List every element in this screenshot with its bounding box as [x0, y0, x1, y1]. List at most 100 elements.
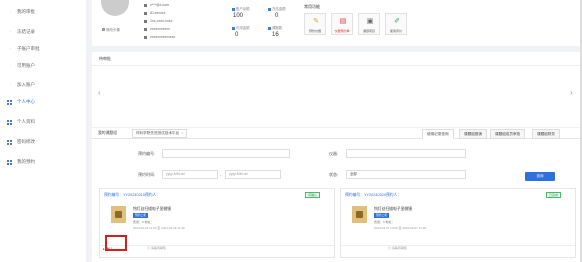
- pending-panel-header: 待审批: [92, 52, 580, 66]
- tab-usage-records[interactable]: 使用记录查询: [422, 129, 454, 139]
- date-from-input[interactable]: yyyy-MM-dd: [162, 170, 218, 179]
- org-icon: [144, 27, 147, 31]
- coin-icon: [232, 26, 235, 30]
- main-content: 修改头像 x***@x.com ID:xxxxxx 1xx-xxxx-xxxx …: [92, 0, 580, 262]
- info-value: x***@x.com: [150, 3, 170, 7]
- bullet: ·: [10, 63, 12, 68]
- evaluation-button[interactable]: ✐ 使用评价: [385, 13, 407, 35]
- bullet: ·: [10, 46, 12, 51]
- group-chip-label: 材料学院先进测试技术平台: [136, 131, 180, 135]
- sidebar-item-label: 子账户审批: [17, 46, 40, 51]
- booking-time: 2024-03-07 13:00 至 2024-03-07 13:30: [374, 226, 427, 230]
- project-icon: ▣: [366, 18, 374, 25]
- book-instrument-button[interactable]: ✎ 预约仪器: [304, 13, 326, 35]
- sidebar-item-freeze-records[interactable]: · 冻结记录: [0, 26, 86, 38]
- stat-label-balance: 账户余额: [232, 6, 250, 11]
- pending-panel: 待审批 ‹ ›: [92, 52, 580, 127]
- phone-icon: [144, 19, 147, 23]
- info-phone: 1xx-xxxx-xxxx: [144, 19, 172, 23]
- sidebar-item-label: 个人中心: [17, 99, 35, 104]
- bullet: ·: [10, 9, 12, 14]
- instrument-title: 钨灯丝扫描电子显微镜: [374, 207, 412, 211]
- instrument-label: 仪器:: [329, 151, 339, 156]
- sidebar-item-sub-account-approval[interactable]: · 子账户审批: [0, 43, 86, 55]
- status-badge: 待确认: [305, 192, 321, 198]
- tab-member-approval[interactable]: 课题组成员审批: [490, 129, 526, 139]
- chevron-right-icon[interactable]: ›: [570, 88, 573, 97]
- edit-avatar-button[interactable]: 修改头像: [102, 28, 120, 33]
- sidebar-item-my-approval[interactable]: · 我的审批: [0, 6, 86, 18]
- projects-button[interactable]: ▣ 课题项目: [358, 13, 380, 35]
- user-icon: [144, 3, 147, 7]
- folder-icon: [268, 26, 271, 30]
- grid-icon: [7, 100, 12, 105]
- sidebar-item-join-account[interactable]: · 加入账户: [0, 79, 86, 91]
- info-id: ID:xxxxxx: [144, 11, 165, 15]
- sidebar-item-label: 我的预约: [17, 159, 35, 164]
- sidebar-item-my-bookings[interactable]: 我的预约: [0, 156, 86, 168]
- card-footer-divider: [100, 245, 334, 246]
- sidebar-item-personal-center[interactable]: 个人中心: [0, 96, 86, 108]
- group-chip[interactable]: 材料学院先进测试技术平台 ×: [132, 129, 188, 138]
- chevron-left-icon[interactable]: ‹: [98, 88, 101, 97]
- card-footer-divider: [341, 245, 575, 246]
- sidebar-item-label: 密码修改: [17, 139, 35, 144]
- status-label: 状态:: [329, 172, 339, 177]
- stat-value-available: 0: [235, 32, 239, 38]
- bullet: ·: [10, 82, 12, 87]
- bullet: ·: [10, 29, 12, 34]
- tab-my-group[interactable]: 我的课题组: [98, 131, 117, 136]
- booking-no-input[interactable]: [162, 149, 290, 158]
- sidebar-item-label: 冻结记录: [17, 29, 35, 34]
- instrument-title: 钨灯丝扫描电子显微镜: [133, 207, 171, 211]
- booking-time-label: 预约时间:: [138, 172, 156, 177]
- instrument-thumbnail: [352, 206, 367, 223]
- status-select[interactable]: 全部: [346, 170, 466, 179]
- avatar: [101, 0, 129, 16]
- stat-label: 冻结金额: [272, 7, 286, 11]
- info-value: 1xx-xxxx-xxxx: [150, 19, 173, 23]
- clipboard-icon: ▤: [339, 18, 347, 25]
- booking-card[interactable]: 预约编号：YY20240320预约人： 已完成 钨灯丝扫描电子显微镜 预约上机 …: [340, 188, 576, 258]
- stat-label-available: 可用金额: [232, 25, 250, 30]
- rating-icon: ✐: [394, 18, 400, 25]
- close-icon[interactable]: ×: [181, 131, 183, 135]
- stat-value-projects: 16: [272, 32, 279, 38]
- sidebar-item-label: 可用账户: [17, 63, 35, 68]
- stat-label: 可用金额: [236, 26, 250, 30]
- grid-icon: [7, 160, 12, 165]
- booking-card[interactable]: 预约编号：YY20240315预约人： 待确认 钨灯丝扫描电子显微镜 预约上机 …: [99, 188, 335, 258]
- sidebar-item-password[interactable]: 密码修改: [0, 136, 86, 148]
- stat-label-projects: 课题数: [268, 25, 282, 30]
- grid-icon: [7, 140, 12, 145]
- lock-icon: [268, 7, 271, 11]
- tab-bar: 我的课题组 材料学院先进测试技术平台 × 使用记录查询 课题组报销 课题组成员审批…: [92, 128, 580, 139]
- sidebar-item-available-accounts[interactable]: · 可用账户: [0, 60, 86, 72]
- date-to-input[interactable]: yyyy-MM-dd: [225, 170, 281, 179]
- highlight-annotation: [105, 235, 127, 251]
- date-separator: -: [220, 172, 222, 177]
- search-button[interactable]: 查询: [525, 172, 555, 181]
- info-value: xxxxxxxxxxxxxx: [150, 35, 176, 39]
- instrument-thumbnail: [111, 206, 126, 223]
- tab-group-finance[interactable]: 课题组财务: [532, 129, 560, 139]
- pending-review-text: ◎ 请等待审核: [388, 246, 407, 250]
- profile-card: 修改头像 x***@x.com ID:xxxxxx 1xx-xxxx-xxxx …: [92, 0, 580, 46]
- stat-value-frozen: 0: [275, 13, 279, 19]
- sidebar-item-label: 加入账户: [17, 82, 35, 87]
- tab-group-reimburse[interactable]: 课题组报销: [459, 129, 487, 139]
- stat-label: 账户余额: [236, 7, 250, 11]
- sidebar: · 我的审批 · 冻结记录 · 子账户审批 · 可用账户 · 加入账户 个人中心…: [0, 0, 86, 262]
- edit-avatar-label: 修改头像: [106, 28, 120, 32]
- instrument-input[interactable]: [346, 149, 466, 158]
- info-value: ID:xxxxxx: [150, 11, 166, 15]
- booking-list-button[interactable]: ▤ 仪器预约单: [331, 13, 353, 35]
- info-dept: xxxxxxxxxxxxxx: [144, 35, 175, 39]
- status-badge: 已完成: [546, 192, 562, 198]
- booking-type-tag: 预约上机: [374, 213, 390, 218]
- tasks-panel: 我的课题组 材料学院先进测试技术平台 × 使用记录查询 课题组报销 课题组成员审批…: [92, 128, 580, 262]
- location-icon: [144, 35, 147, 39]
- function-label: 课题项目: [362, 29, 375, 33]
- sidebar-item-profile[interactable]: 个人资料: [0, 116, 86, 128]
- sidebar-item-label: 个人资料: [17, 119, 35, 124]
